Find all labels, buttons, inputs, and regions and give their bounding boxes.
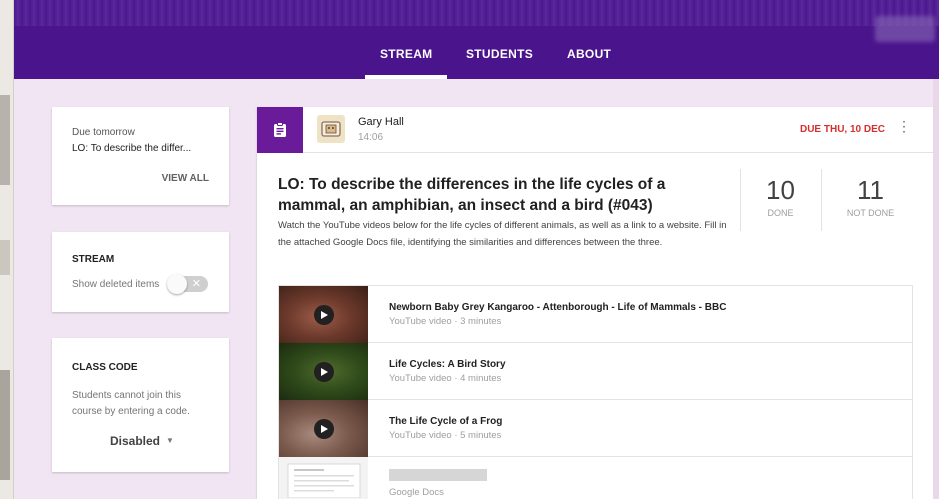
tab-about[interactable]: ABOUT — [567, 47, 611, 61]
assignment-icon — [257, 107, 303, 153]
tab-stream[interactable]: STREAM — [364, 47, 449, 79]
material-title: Newborn Baby Grey Kangaroo - Attenboroug… — [389, 302, 727, 313]
stream-heading: STREAM — [72, 254, 115, 265]
header-pattern — [14, 0, 939, 26]
assignment-description: Watch the YouTube videos below for the l… — [278, 220, 727, 248]
page-edge — [933, 79, 939, 499]
more-vert-icon[interactable]: ⋮ — [897, 119, 911, 133]
show-deleted-toggle[interactable]: ✕ — [167, 274, 208, 294]
video-thumbnail — [279, 400, 368, 457]
account-area[interactable] — [875, 16, 935, 42]
done-count[interactable]: 10 DONE — [740, 169, 820, 231]
post-time: 14:06 — [358, 132, 384, 143]
attached-materials: Newborn Baby Grey Kangaroo - Attenboroug… — [278, 285, 913, 499]
top-app-bar: STREAM STUDENTS ABOUT — [14, 0, 939, 79]
background-window-edge — [0, 0, 14, 499]
video-thumbnail — [279, 286, 368, 343]
class-code-dropdown[interactable]: Disabled ▼ — [110, 434, 174, 448]
not-done-count[interactable]: 11 NOT DONE — [821, 169, 919, 231]
material-item[interactable]: Newborn Baby Grey Kangaroo - Attenboroug… — [279, 286, 912, 343]
done-count-label: DONE — [767, 208, 794, 218]
material-title: Life Cycles: A Bird Story — [389, 359, 506, 370]
class-tabs: STREAM STUDENTS ABOUT — [14, 40, 939, 79]
video-thumbnail — [279, 343, 368, 400]
caret-down-icon: ▼ — [166, 436, 174, 445]
play-icon — [313, 418, 334, 439]
doc-thumbnail — [279, 457, 368, 499]
material-subtitle: Google Docs — [389, 487, 444, 498]
due-date-badge: DUE THU, 10 DEC — [799, 124, 885, 135]
doc-title-redacted — [389, 469, 487, 481]
material-title: The Life Cycle of a Frog — [389, 416, 503, 427]
toggle-knob — [167, 274, 187, 294]
class-code-card: CLASS CODE Students cannot join this cou… — [52, 338, 229, 472]
done-count-value: 10 — [766, 175, 795, 205]
material-subtitle: YouTube video · 3 minutes — [389, 316, 502, 327]
tab-students[interactable]: STUDENTS — [466, 47, 533, 61]
author-name[interactable]: Gary Hall — [358, 116, 404, 128]
class-code-status: Disabled — [110, 434, 161, 448]
not-done-count-value: 11 — [857, 175, 884, 205]
play-icon — [313, 361, 334, 382]
assignment-title[interactable]: LO: To describe the differences in the l… — [278, 174, 733, 216]
submission-counts: 10 DONE 11 NOT DONE — [740, 169, 933, 231]
toggle-off-icon: ✕ — [191, 278, 201, 290]
view-all-button[interactable]: VIEW ALL — [162, 173, 209, 184]
author-avatar[interactable] — [317, 115, 345, 143]
due-heading: Due tomorrow — [72, 127, 135, 138]
assignment-post-card: Gary Hall 14:06 DUE THU, 10 DEC ⋮ LO: To… — [257, 107, 933, 499]
class-code-heading: CLASS CODE — [72, 362, 138, 373]
not-done-count-label: NOT DONE — [846, 208, 895, 218]
class-code-description: Students cannot join this course by ente… — [72, 390, 190, 417]
material-item[interactable]: The Life Cycle of a Frog YouTube video ·… — [279, 400, 912, 457]
material-subtitle: YouTube video · 5 minutes — [389, 430, 502, 441]
due-item-link[interactable]: LO: To describe the differ... — [72, 143, 217, 154]
material-item[interactable]: Life Cycles: A Bird Story YouTube video … — [279, 343, 912, 400]
play-icon — [313, 304, 334, 325]
material-item[interactable]: Google Docs — [279, 457, 912, 499]
stream-settings-card: STREAM Show deleted items ✕ — [52, 232, 229, 312]
post-header: Gary Hall 14:06 DUE THU, 10 DEC ⋮ — [257, 107, 933, 153]
due-tomorrow-card: Due tomorrow LO: To describe the differ.… — [52, 107, 229, 205]
material-subtitle: YouTube video · 4 minutes — [389, 373, 502, 384]
show-deleted-label: Show deleted items — [72, 279, 160, 290]
